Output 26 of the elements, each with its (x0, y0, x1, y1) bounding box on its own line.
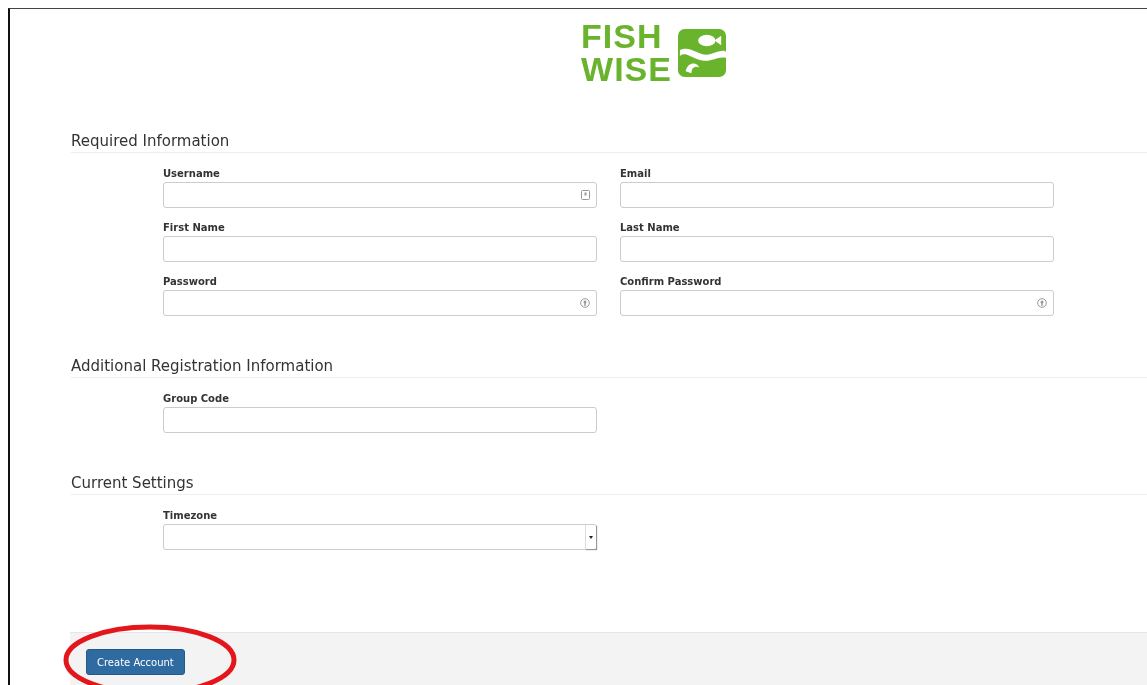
create-account-button[interactable]: Create Account (86, 649, 185, 675)
section-title: Required Information (71, 132, 230, 150)
password-field[interactable] (163, 290, 597, 316)
field-label: Email (620, 168, 652, 179)
field-label: Group Code (163, 393, 230, 404)
dropdown[interactable] (163, 524, 597, 550)
dropdown-arrow-icon[interactable] (585, 525, 596, 549)
contact-card-icon (581, 190, 590, 200)
field-label: First Name (163, 222, 226, 233)
field-label: Confirm Password (620, 276, 723, 287)
field-label: Password (163, 276, 218, 287)
key-icon (1037, 298, 1047, 308)
password-field[interactable] (620, 290, 1054, 316)
input-field[interactable] (620, 236, 1054, 262)
input-field[interactable] (163, 182, 597, 208)
section-title: Additional Registration Information (71, 357, 334, 375)
input-field[interactable] (163, 236, 597, 262)
logo-text: WISE (581, 53, 672, 86)
field-label: Username (163, 168, 221, 179)
field-label: Timezone (163, 510, 219, 521)
section-title: Current Settings (71, 474, 194, 492)
key-icon (580, 298, 590, 308)
logo-text: FISH (581, 20, 664, 53)
input-field[interactable] (163, 407, 597, 433)
input-field[interactable] (620, 182, 1054, 208)
field-label: Last Name (620, 222, 681, 233)
